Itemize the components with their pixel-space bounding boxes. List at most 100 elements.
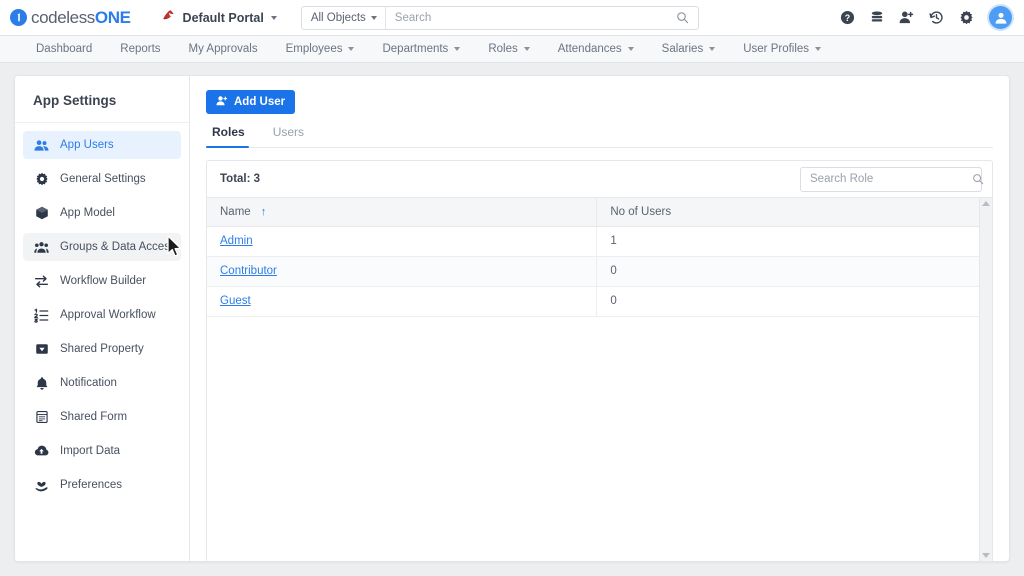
add-user-icon[interactable] <box>899 10 914 25</box>
content-card: App Settings App Users General Settings Ap… <box>14 75 1010 562</box>
nav-item-label: Dashboard <box>36 43 93 55</box>
role-search[interactable] <box>800 166 984 192</box>
nav-item-label: Reports <box>120 43 161 55</box>
nav-item-reports[interactable]: Reports <box>106 36 174 62</box>
table-row: Contributor 0 <box>207 256 979 287</box>
sidebar-title: App Settings <box>15 76 189 123</box>
main-content: Add User Roles Users Total: 3 Search Rol… <box>190 76 1009 561</box>
cell-role-name: Admin <box>207 226 598 257</box>
sidebar-item-notification[interactable]: Notification <box>23 369 181 397</box>
column-header-users-label: No of Users <box>610 205 672 218</box>
search-input[interactable] <box>385 11 667 24</box>
nav-item-salaries[interactable]: Salaries <box>648 36 730 62</box>
chevron-down-icon <box>348 47 355 51</box>
arrows-exchange-icon <box>34 274 49 289</box>
one-circle-icon <box>10 9 27 26</box>
sidebar-item-label: General Settings <box>60 173 146 185</box>
sidebar-item-approval-workflow[interactable]: Approval Workflow <box>23 301 181 329</box>
tab-users[interactable]: Users <box>267 125 318 147</box>
content-tabs: Roles Users <box>206 125 993 148</box>
sidebar-item-shared-form[interactable]: Shared Form <box>23 403 181 431</box>
tab-label: Roles <box>212 125 245 139</box>
chevron-down-icon <box>709 47 716 51</box>
roles-panel: Total: 3 Search Role Name ↑ No of Users … <box>206 160 993 561</box>
role-link[interactable]: Admin <box>220 235 253 247</box>
cell-user-count: 0 <box>596 286 979 317</box>
role-link[interactable]: Guest <box>220 295 251 307</box>
chevron-down-icon <box>270 15 277 20</box>
sidebar-item-app-users[interactable]: App Users <box>23 131 181 159</box>
nav-item-label: My Approvals <box>188 43 258 55</box>
logo-text-primary: codeless <box>31 7 95 27</box>
application-window: codelessONE Default Portal All Objects S… <box>0 0 1024 576</box>
sidebar-item-label: Groups & Data Access <box>60 241 176 253</box>
nav-item-departments[interactable]: Departments <box>368 36 474 62</box>
bell-icon <box>34 376 49 391</box>
sidebar-item-label: Import Data <box>60 445 121 457</box>
nav-item-label: Attendances <box>557 43 622 55</box>
search-icon[interactable] <box>964 173 992 185</box>
nav-item-employees[interactable]: Employees <box>272 36 369 62</box>
sidebar-item-app-model[interactable]: App Model <box>23 199 181 227</box>
logo-text-accent: ONE <box>94 7 131 27</box>
tab-roles[interactable]: Roles <box>206 125 259 148</box>
scroll-up-arrow[interactable] <box>982 201 990 206</box>
help-icon[interactable]: ? <box>840 10 855 25</box>
sidebar-item-groups-data-access[interactable]: Groups & Data Access <box>23 233 181 261</box>
user-group-icon <box>34 240 49 255</box>
table-container: Name ↑ No of Users Admin 1 Contributor 0 Gues… <box>207 198 992 561</box>
table-row: Guest 0 <box>207 286 979 317</box>
nav-item-user-profiles[interactable]: User Profiles <box>729 36 835 62</box>
sidebar-item-label: App Model <box>60 207 115 219</box>
top-bar-icons: ? <box>840 6 1012 29</box>
portal-label: Default Portal <box>182 10 264 25</box>
sidebar-item-preferences[interactable]: Preferences <box>23 471 181 499</box>
gear-icon[interactable] <box>959 10 974 25</box>
panel-toolbar: Total: 3 <box>207 161 992 198</box>
gear-icon <box>34 172 49 186</box>
add-user-button[interactable]: Add User <box>206 90 296 114</box>
sidebar-item-label: Preferences <box>60 479 123 491</box>
settings-sidebar: App Settings App Users General Settings Ap… <box>15 76 190 561</box>
roles-table-wrap: Name ↑ No of Users Admin 1 Contributor 0 Gues… <box>207 198 979 561</box>
cell-user-count: 1 <box>596 226 979 257</box>
add-user-button-label: Add User <box>234 96 286 108</box>
nav-item-label: Salaries <box>661 43 704 55</box>
tag-icon <box>34 342 49 356</box>
nav-item-my-approvals[interactable]: My Approvals <box>175 36 272 62</box>
role-link[interactable]: Contributor <box>220 265 277 277</box>
portal-selector[interactable]: Default Portal <box>161 8 277 28</box>
column-header-name-label: Name <box>220 205 251 218</box>
nav-item-attendances[interactable]: Attendances <box>544 36 648 62</box>
nav-item-roles[interactable]: Roles <box>474 36 543 62</box>
user-avatar[interactable] <box>989 6 1012 29</box>
scroll-down-arrow[interactable] <box>982 553 990 558</box>
sidebar-item-import-data[interactable]: Import Data <box>23 437 181 465</box>
search-scope-select[interactable]: All Objects <box>302 6 386 29</box>
nav-item-dashboard[interactable]: Dashboard <box>22 36 106 62</box>
add-user-icon <box>216 95 228 110</box>
sidebar-item-workflow-builder[interactable]: Workflow Builder <box>23 267 181 295</box>
column-header-name[interactable]: Name ↑ <box>207 198 598 227</box>
sidebar-item-label: Approval Workflow <box>60 309 156 321</box>
table-header-row: Name ↑ No of Users <box>207 198 979 227</box>
nav-item-label: Employees <box>285 43 343 55</box>
roles-table: Name ↑ No of Users Admin 1 Contributor 0 Gues… <box>207 198 979 317</box>
search-icon[interactable] <box>667 11 698 24</box>
column-header-users[interactable]: No of Users <box>596 198 979 227</box>
database-icon[interactable] <box>870 10 884 25</box>
sidebar-item-shared-property[interactable]: Shared Property <box>23 335 181 363</box>
global-search[interactable]: All Objects <box>300 5 699 30</box>
logo-wordmark: codelessONE <box>31 8 131 28</box>
table-row: Admin 1 <box>207 226 979 257</box>
app-logo[interactable]: codelessONE <box>10 8 131 28</box>
nav-item-label: Roles <box>488 43 518 55</box>
form-icon <box>34 410 49 424</box>
vertical-scrollbar[interactable] <box>979 198 992 561</box>
chevron-down-icon <box>370 15 377 20</box>
chevron-down-icon <box>454 47 461 51</box>
sort-ascending-icon[interactable]: ↑ <box>261 206 267 218</box>
role-search-input[interactable] <box>801 173 964 185</box>
sidebar-item-general-settings[interactable]: General Settings <box>23 165 181 193</box>
history-icon[interactable] <box>929 10 944 25</box>
